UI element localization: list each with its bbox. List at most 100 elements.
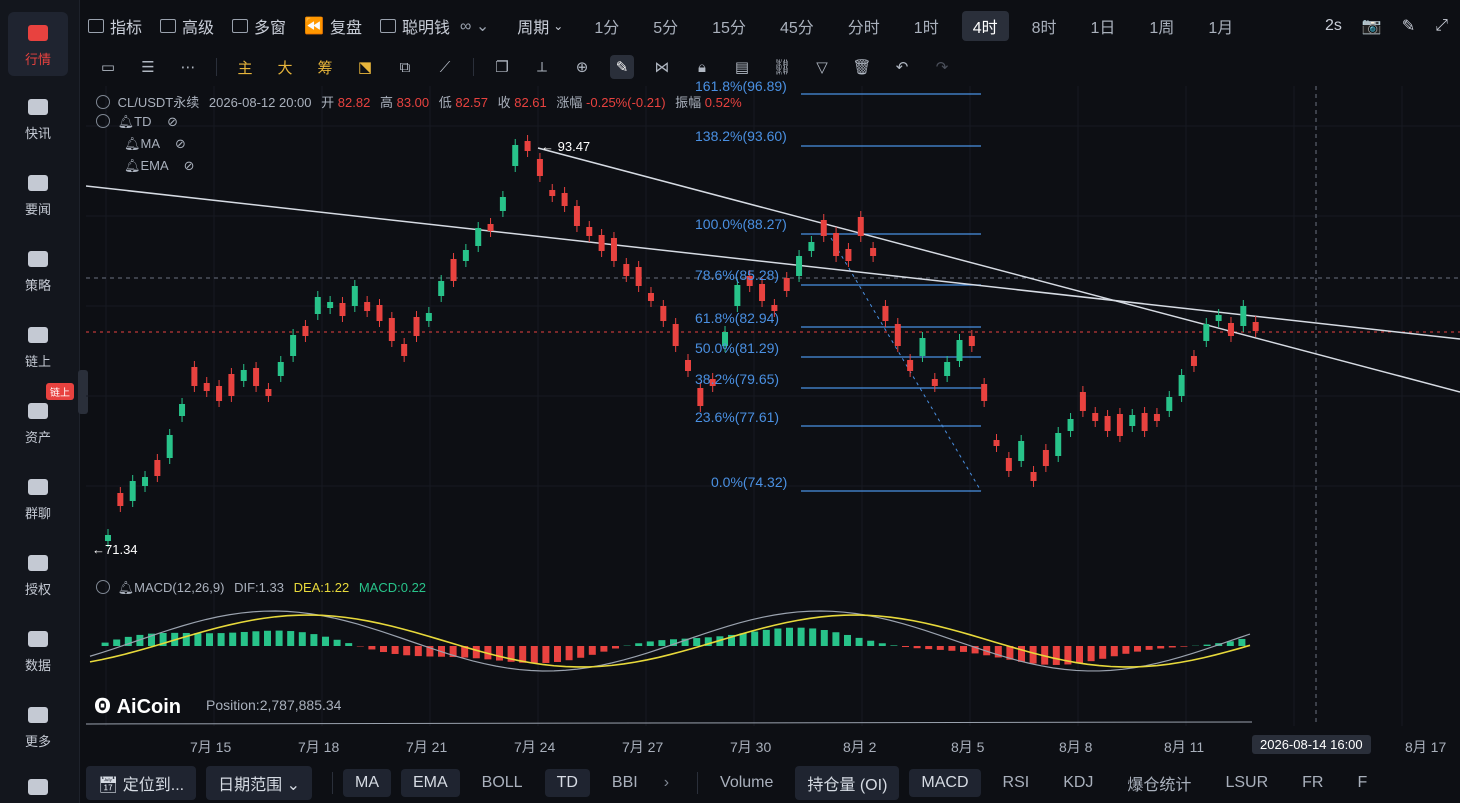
period-tab-9[interactable]: 1周 (1138, 11, 1185, 41)
large-order-button[interactable]: 大 (273, 55, 297, 79)
link-icon[interactable]: ⛓ (770, 55, 794, 79)
period-tab-5[interactable]: 1时 (903, 11, 950, 41)
locate-button[interactable]: 📅︎ 定位到... (86, 765, 197, 800)
trend-tool-icon[interactable]: ⟋ (433, 55, 457, 79)
copy-icon[interactable]: ❐ (490, 55, 514, 79)
fib-level-label: 100.0%(88.27) (695, 216, 787, 232)
sub-indicator-5[interactable]: 爆仓统计 (1115, 766, 1203, 800)
macd-bar (1168, 646, 1176, 648)
refresh-interval[interactable]: 2s (1325, 17, 1342, 35)
candle-body (685, 360, 691, 371)
collapse-icon[interactable] (96, 114, 110, 128)
bell-icon[interactable]: 🔔︎ (118, 580, 135, 595)
template-icon[interactable]: ▤ (730, 55, 754, 79)
draw-pen-icon[interactable]: ✎ (610, 55, 634, 79)
macd-bar (554, 646, 561, 662)
macd-bar (194, 633, 202, 646)
sidebar-item-0[interactable]: 行情 (8, 12, 68, 76)
sub-indicator-4[interactable]: KDJ (1051, 769, 1105, 797)
sidebar-item-10[interactable]: VIP (8, 764, 68, 803)
redo-icon[interactable]: ↷ (930, 55, 954, 79)
eye-hidden-icon[interactable]: ⊘ (167, 114, 178, 129)
sidebar-item-2[interactable]: 要闻 (8, 162, 68, 226)
period-tab-0[interactable]: 1分 (583, 11, 630, 41)
sub-indicator-8[interactable]: F (1345, 769, 1379, 797)
period-tab-6[interactable]: 4时 (961, 11, 1009, 41)
main-indicator-boll[interactable]: BOLL (470, 769, 535, 797)
fib-level-label: 61.8%(82.94) (695, 310, 780, 326)
expand-icon[interactable]: ⤢ (1435, 17, 1448, 35)
filter-icon[interactable]: ▽ (810, 55, 834, 79)
sub-indicator-7[interactable]: FR (1290, 769, 1335, 797)
advanced-button[interactable]: 高级 (160, 14, 214, 38)
trash-icon[interactable]: 🗑︎ (850, 55, 874, 79)
sidebar-item-8[interactable]: 数据 (8, 618, 68, 682)
chip-button[interactable]: 筹 (313, 55, 337, 79)
date-range-dropdown[interactable]: 日期范围 ⌄ (206, 765, 312, 800)
sidebar-item-6[interactable]: 群聊 (8, 466, 68, 530)
bell-icon[interactable]: 🔔︎ (124, 136, 141, 151)
macd-bar (948, 646, 956, 651)
bell-icon[interactable]: 🔔︎ (124, 158, 141, 173)
period-tab-10[interactable]: 1月 (1197, 11, 1244, 41)
candle-body (450, 259, 457, 281)
chevron-right-icon[interactable]: › (664, 774, 669, 792)
eye-hidden-icon[interactable]: ⊘ (175, 136, 186, 151)
x-axis-label: 8月 8 (1059, 739, 1093, 755)
ruler-icon[interactable]: ▭ (96, 55, 120, 79)
sidebar-item-label: 数据 (24, 657, 51, 673)
macd-bar (1099, 646, 1107, 659)
sidebar-item-7[interactable]: 授权 (8, 542, 68, 606)
sub-indicator-3[interactable]: RSI (991, 769, 1042, 797)
more-icon[interactable]: ⋯ (176, 55, 200, 79)
collapse-icon[interactable] (96, 580, 110, 594)
lock-icon[interactable]: 🔒︎ (690, 55, 714, 79)
period-tab-2[interactable]: 15分 (701, 11, 757, 41)
macd-bar (844, 634, 851, 646)
signal-icon[interactable]: ⬔ (353, 55, 377, 79)
main-indicator-ema[interactable]: EMA (400, 768, 460, 797)
period-tab-3[interactable]: 45分 (769, 11, 825, 41)
macd-bar (472, 646, 480, 659)
chart-area[interactable]: CL/USDT永续 2026-08-12 20:00 开 82.82 高 83.… (85, 78, 1460, 756)
candle-body (956, 340, 963, 361)
multi-window-button[interactable]: 多窗 (232, 14, 286, 38)
sub-indicator-6[interactable]: LSUR (1213, 769, 1280, 797)
candle-body (253, 368, 260, 386)
divider (216, 58, 217, 76)
period-dropdown[interactable]: 周期 ⌄ (517, 14, 563, 38)
collapse-icon[interactable] (96, 95, 110, 109)
menu-icon[interactable]: ☰ (136, 55, 160, 79)
eye-hidden-icon[interactable]: ⊘ (184, 158, 195, 173)
sidebar-item-3[interactable]: 策略 (8, 238, 68, 302)
undo-icon[interactable]: ↶ (890, 55, 914, 79)
period-tab-1[interactable]: 5分 (642, 11, 689, 41)
main-force-button[interactable]: 主 (233, 55, 257, 79)
measure-icon[interactable]: ⟂ (530, 55, 554, 79)
camera-icon[interactable]: 📷 (1362, 16, 1382, 36)
compare-icon[interactable]: ⧉ (393, 55, 417, 79)
aicoin-watermark: Ꙩ AiCoin (94, 694, 181, 719)
replay-button[interactable]: ⏪ 复盘 (304, 14, 362, 38)
candle-body (944, 362, 951, 376)
magnet-icon[interactable]: ⋈ (650, 55, 674, 79)
sub-indicator-0[interactable]: Volume (708, 769, 785, 797)
open-value: 82.82 (337, 95, 371, 110)
sidebar-item-4[interactable]: 链上 (8, 314, 68, 378)
bell-icon[interactable]: 🔔︎ (118, 114, 135, 129)
sub-indicator-1[interactable]: 持仓量 (OI) (795, 765, 900, 800)
indicator-button[interactable]: 指标 (88, 14, 142, 38)
main-indicator-td[interactable]: TD (544, 768, 590, 797)
main-indicator-ma[interactable]: MA (342, 768, 391, 797)
sidebar-item-1[interactable]: 快讯 (8, 86, 68, 150)
period-tab-4[interactable]: 分时 (837, 11, 891, 41)
sub-indicator-2[interactable]: MACD (909, 768, 981, 797)
main-indicator-bbi[interactable]: BBI (600, 769, 650, 797)
smart-money-button[interactable]: 聪明钱 ∞ ⌄ (379, 14, 489, 38)
period-tab-7[interactable]: 8时 (1021, 11, 1068, 41)
period-tab-8[interactable]: 1日 (1080, 11, 1127, 41)
zoom-icon[interactable]: ⊕ (570, 55, 594, 79)
sidebar-item-9[interactable]: 更多 (8, 694, 68, 758)
pencil-icon[interactable]: ✎ (1402, 16, 1415, 36)
x-axis-label: 7月 24 (514, 739, 556, 755)
